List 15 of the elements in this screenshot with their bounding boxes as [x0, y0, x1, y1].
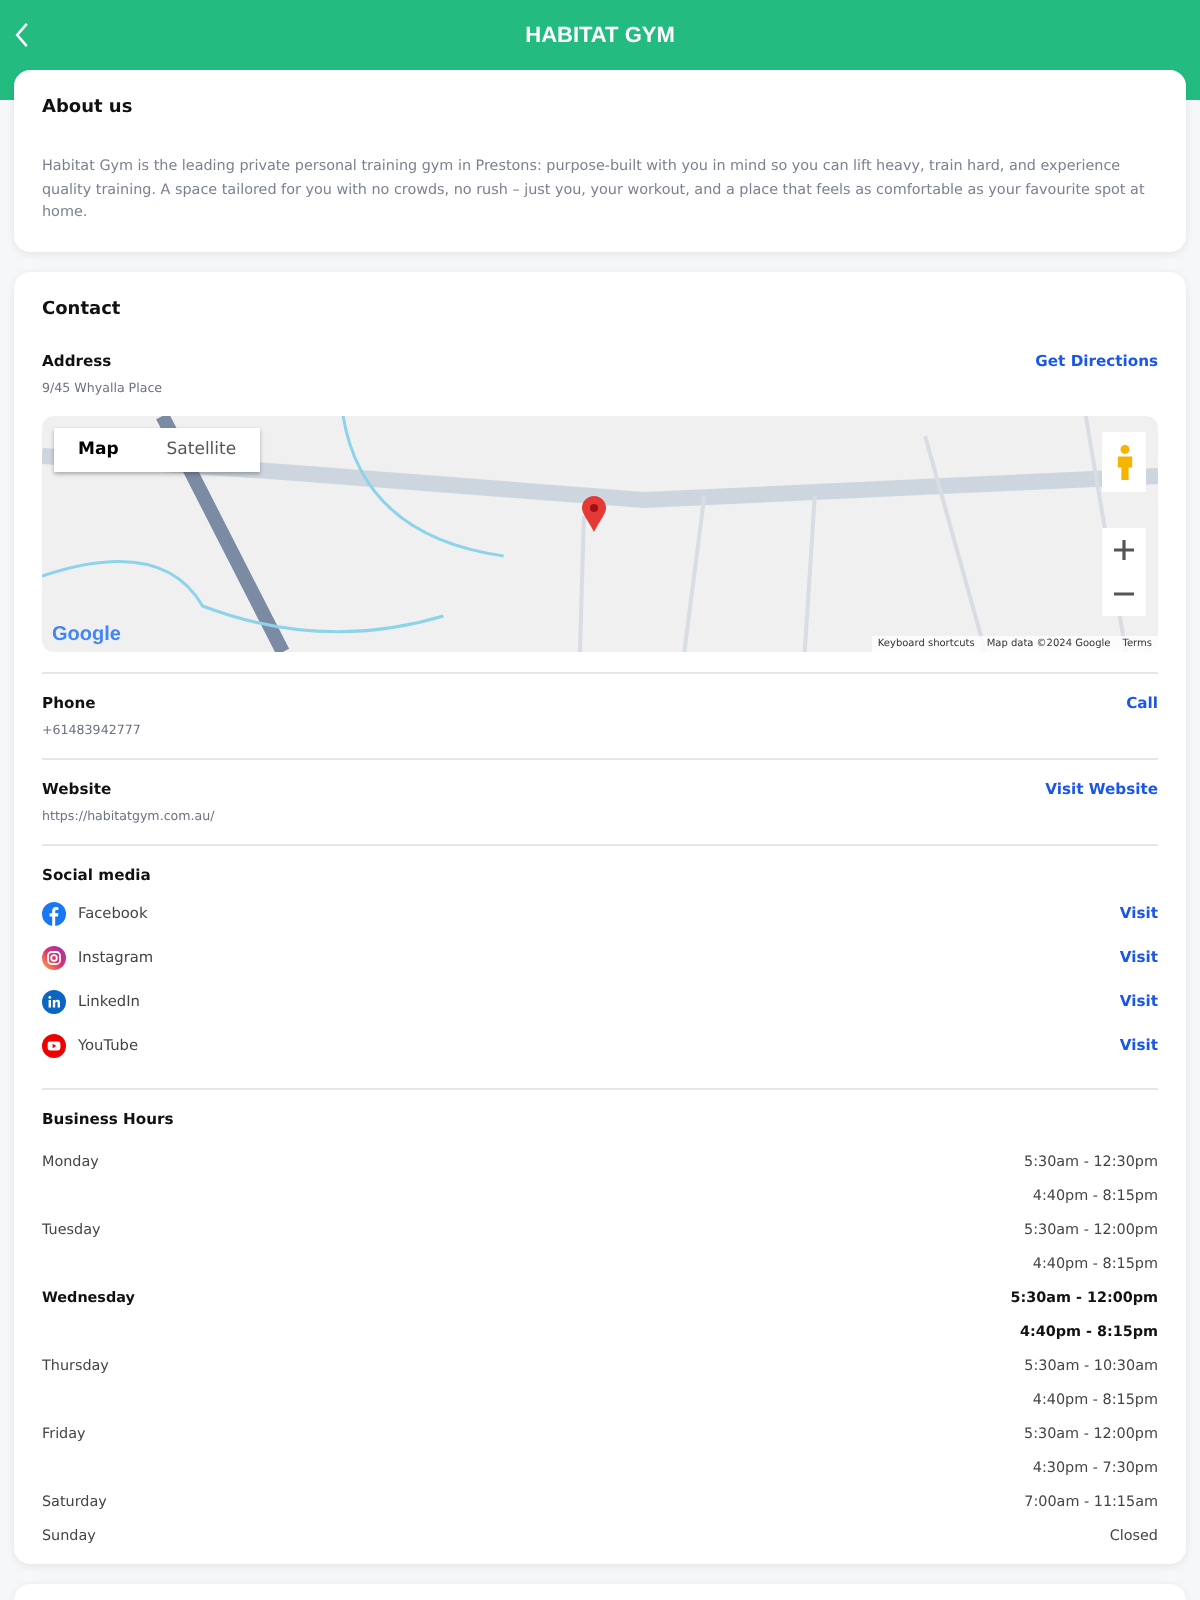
section-title: About us — [42, 98, 135, 118]
facebook-icon — [42, 901, 66, 925]
plus-icon — [1114, 539, 1134, 559]
person-icon — [1115, 443, 1133, 479]
section-title: Contact — [42, 299, 123, 319]
page-title: HABITAT GYM — [525, 23, 675, 47]
back-icon[interactable] — [14, 22, 30, 48]
instagram-icon — [42, 945, 66, 969]
location-pin-icon — [582, 495, 606, 531]
map-logo: Google — [52, 623, 121, 645]
linkedin-icon — [42, 989, 66, 1013]
map-type-tab[interactable]: Map — [54, 427, 143, 471]
street-view-button[interactable] — [1102, 431, 1146, 491]
youtube-icon — [42, 1033, 66, 1057]
map-type-tab[interactable]: Satellite — [142, 427, 261, 471]
